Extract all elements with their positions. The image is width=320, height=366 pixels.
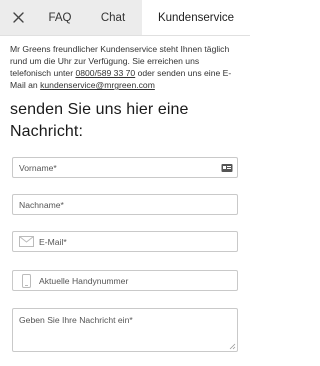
id-card-icon [221, 164, 233, 172]
header: FAQ Chat Kundenservice [0, 0, 250, 36]
firstname-placeholder: Vorname* [19, 162, 57, 173]
phone-link[interactable]: 0800/589 33 70 [75, 68, 135, 78]
firstname-field[interactable]: Vorname* [12, 157, 238, 178]
close-button[interactable] [0, 0, 36, 35]
email-link[interactable]: kundenservice@mrgreen.com [40, 80, 155, 90]
lastname-field[interactable]: Nachname* [12, 194, 238, 215]
resize-grip-icon[interactable] [229, 343, 236, 350]
tab-kundenservice[interactable]: Kundenservice [142, 0, 250, 35]
envelope-icon [15, 236, 37, 247]
email-field[interactable]: E-Mail* [12, 231, 238, 252]
close-icon [12, 12, 24, 23]
form-heading: senden Sie uns hier eine Nachricht: [10, 101, 189, 140]
tab-faq[interactable]: FAQ [36, 0, 84, 35]
message-placeholder: Geben Sie Ihre Nachricht ein* [19, 315, 133, 325]
mobile-phone-icon [15, 273, 37, 288]
phone-field[interactable]: Aktuelle Handynummer [12, 270, 238, 291]
lastname-placeholder: Nachname* [19, 199, 64, 210]
message-textarea[interactable]: Geben Sie Ihre Nachricht ein* [12, 308, 238, 352]
intro-text: Mr Greens freundlicher Kundenservice ste… [0, 36, 250, 91]
phone-placeholder: Aktuelle Handynummer [39, 275, 129, 286]
email-placeholder: E-Mail* [39, 236, 67, 247]
tab-chat[interactable]: Chat [84, 0, 142, 35]
